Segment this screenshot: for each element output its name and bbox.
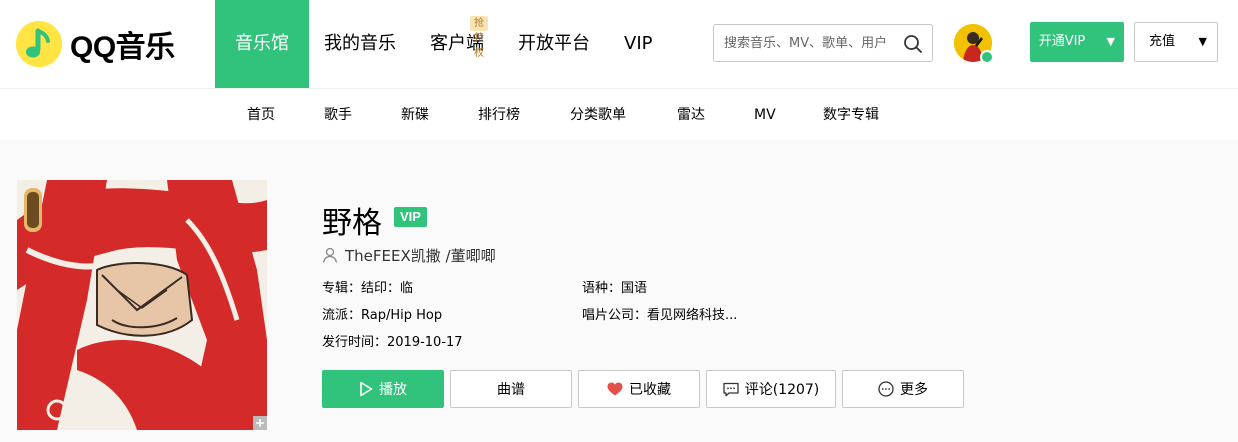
release-info: 发行时间：2019-10-17 [322,334,463,352]
comment-icon [723,382,739,397]
sub-nav: 首页 歌手 新碟 排行榜 分类歌单 雷达 MV 数字专辑 [0,88,1238,140]
subnav-item-home[interactable]: 首页 [247,89,275,141]
subnav-item-playlists[interactable]: 分类歌单 [570,89,626,141]
play-icon [359,381,373,397]
genre-label: 流派： [322,308,362,323]
wechat-login-icon [980,50,994,64]
subnav-item-new-albums[interactable]: 新碟 [401,89,429,141]
privilege-badge: 抢特权 [470,16,488,59]
singer-names[interactable]: TheFEEX凯撒 /董唧唧 [345,245,496,266]
album-name[interactable]: 结印：临 [361,281,413,296]
caret-down-icon: ▼ [1198,35,1207,48]
subnav-item-mv[interactable]: MV [754,89,776,141]
top-header: QQ音乐 音乐馆 我的音乐 客户端 抢特权 开放平台 VIP 开通VIP ▼ 充… [0,0,1238,88]
nav-item-vip[interactable]: VIP [624,0,652,88]
subnav-item-singers[interactable]: 歌手 [324,89,352,141]
heart-icon [607,382,623,396]
genre-info: 流派：Rap/Hip Hop [322,307,442,325]
album-label: 专辑： [322,281,362,296]
company-label: 唱片公司： [582,308,648,323]
play-label: 播放 [379,382,407,398]
release-date: 2019-10-17 [387,335,463,350]
more-icon [878,381,894,397]
search-input[interactable] [724,25,902,61]
recharge-button[interactable]: 充值 ▼ [1134,22,1218,62]
language-label: 语种： [582,281,622,296]
music-note-logo-icon [16,21,62,67]
score-label: 曲谱 [497,382,525,398]
caret-down-icon[interactable]: ▼ [1107,35,1115,48]
genre-value: Rap/Hip Hop [361,308,443,323]
company-value: 看见网络科技... [647,308,738,323]
search-icon[interactable] [903,34,923,54]
language-info: 语种：国语 [582,280,647,298]
search-box [713,24,933,62]
vip-tag: VIP [394,207,427,227]
singer-row: TheFEEX凯撒 /董唧唧 [322,244,496,266]
brand-name: QQ音乐 [70,31,175,64]
subnav-item-charts[interactable]: 排行榜 [478,89,520,141]
album-cover[interactable] [17,180,267,430]
song-detail: 野格 VIP TheFEEX凯撒 /董唧唧 专辑：结印：临 语种：国语 流派：R… [0,140,1238,442]
play-button[interactable]: 播放 [322,370,444,408]
release-label: 发行时间： [322,335,388,350]
score-button[interactable]: 曲谱 [450,370,572,408]
open-vip-button[interactable]: 开通VIP ▼ [1030,22,1124,62]
recharge-label: 充值 [1149,34,1176,49]
main-nav: 音乐馆 我的音乐 客户端 抢特权 开放平台 VIP [215,0,652,88]
nav-item-my-music[interactable]: 我的音乐 [324,0,396,88]
nav-item-client[interactable]: 客户端 抢特权 [430,0,488,88]
more-label: 更多 [900,382,928,398]
comment-label: 评论(1207) [744,382,820,398]
subnav-item-digital-albums[interactable]: 数字专辑 [823,89,879,141]
nav-item-open-platform[interactable]: 开放平台 [518,0,590,88]
song-title: 野格 [322,206,382,241]
nav-item-music-hall[interactable]: 音乐馆 [215,0,309,88]
qq-music-logo[interactable]: QQ音乐 [16,20,175,68]
more-button[interactable]: 更多 [842,370,964,408]
comment-button[interactable]: 评论(1207) [706,370,836,408]
person-icon [322,247,338,263]
favorite-button[interactable]: 已收藏 [578,370,700,408]
album-info: 专辑：结印：临 [322,280,413,298]
favorite-label: 已收藏 [629,382,671,398]
language-value: 国语 [621,281,648,296]
open-vip-label: 开通VIP [1038,34,1086,49]
subnav-item-radar[interactable]: 雷达 [677,89,705,141]
company-info: 唱片公司：看见网络科技... [582,307,737,325]
